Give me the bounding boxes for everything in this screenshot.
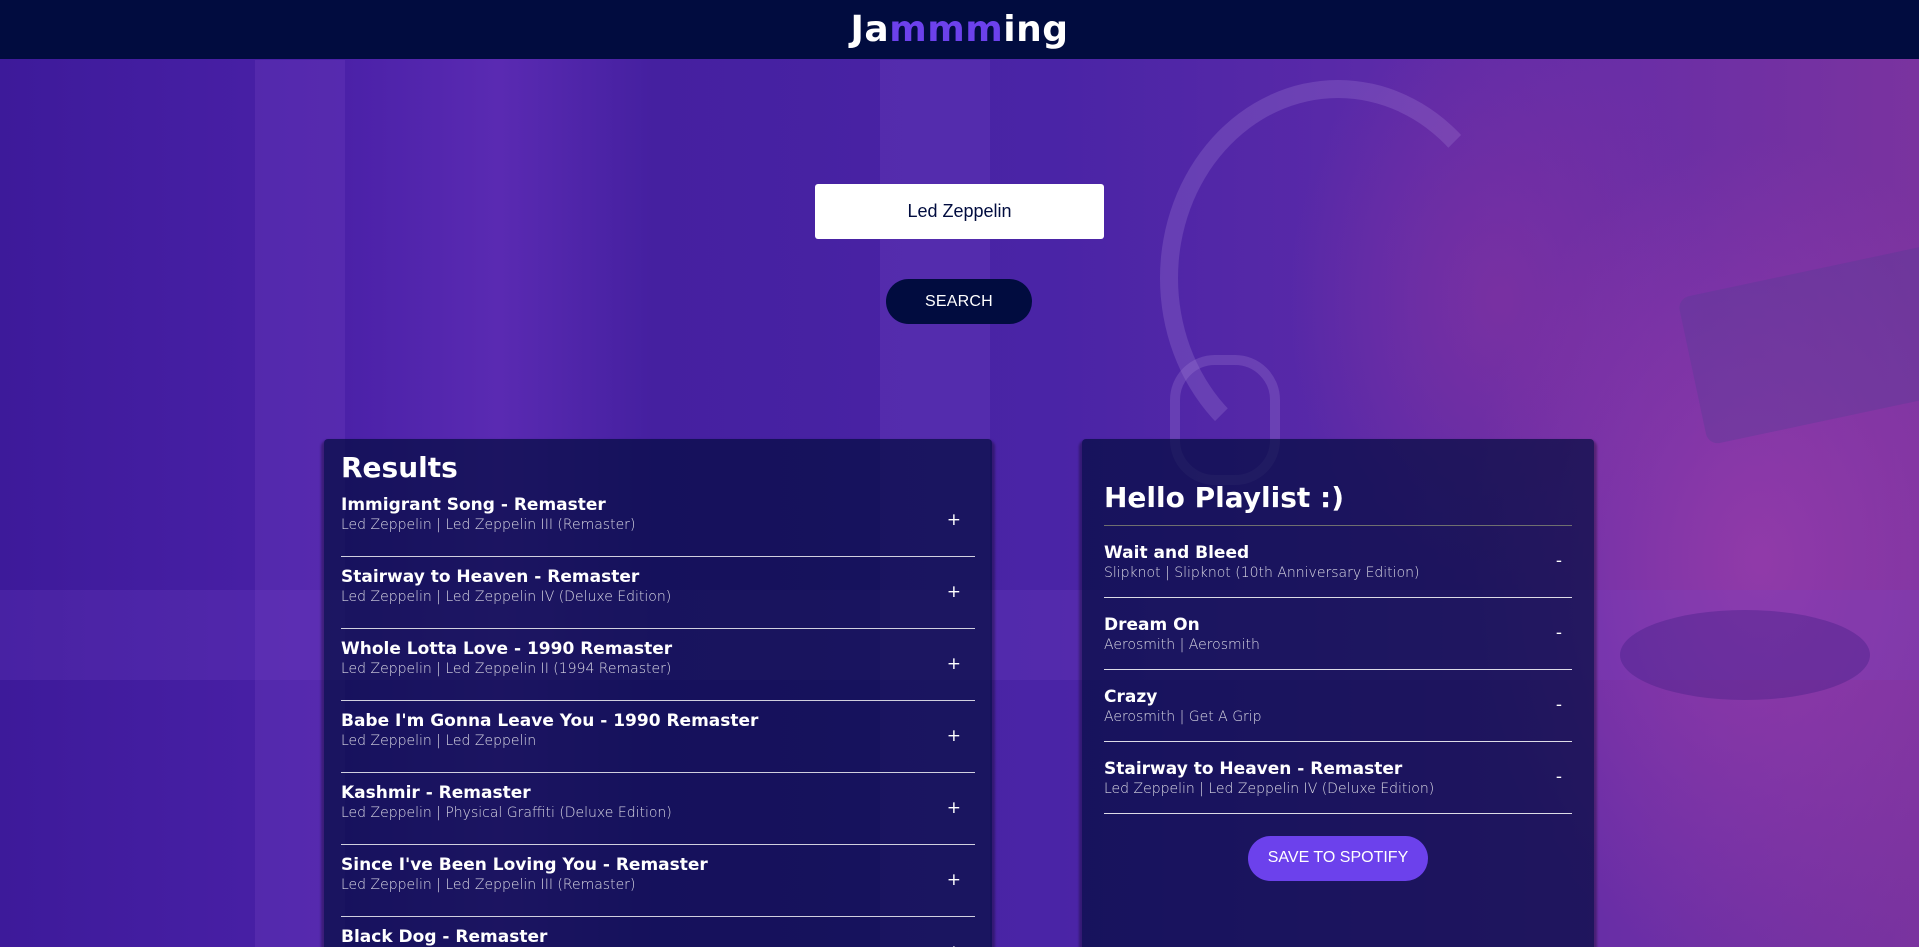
app-logo: Jammming: [851, 9, 1069, 50]
app-root: Jammming SEARCH Results Immigrant Song -…: [0, 0, 1919, 947]
result-track: Babe I'm Gonna Leave You - 1990 Remaster…: [341, 701, 975, 773]
track-info: Slipknot | Slipknot (10th Anniversary Ed…: [1104, 564, 1420, 581]
track-info: Led Zeppelin | Led Zeppelin II (1994 Rem…: [341, 660, 672, 677]
app-header: Jammming: [0, 0, 1919, 59]
track-name: Whole Lotta Love - 1990 Remaster: [341, 638, 673, 659]
playlist-track: Stairway to Heaven - Remaster Led Zeppel…: [1104, 742, 1572, 814]
track-info: Led Zeppelin | Led Zeppelin IV (Deluxe E…: [341, 588, 672, 605]
logo-accent: mmm: [889, 9, 1004, 50]
remove-track-button[interactable]: -: [1550, 619, 1568, 647]
search-input[interactable]: [815, 184, 1104, 239]
add-track-button[interactable]: +: [941, 866, 967, 894]
search-button[interactable]: SEARCH: [886, 279, 1032, 324]
track-name: Since I've Been Loving You - Remaster: [341, 854, 708, 875]
track-info: Led Zeppelin | Led Zeppelin III (Remaste…: [341, 516, 636, 533]
result-track: Since I've Been Loving You - Remaster Le…: [341, 845, 975, 917]
track-name: Crazy: [1104, 686, 1158, 707]
add-track-button[interactable]: +: [941, 722, 967, 750]
track-info: Led Zeppelin | Led Zeppelin IV (Deluxe E…: [1104, 780, 1435, 797]
track-name: Dream On: [1104, 614, 1200, 635]
logo-suffix: ing: [1003, 9, 1069, 50]
playlist-track: Crazy Aerosmith | Get A Grip -: [1104, 670, 1572, 742]
track-name: Black Dog - Remaster: [341, 926, 548, 947]
track-name: Stairway to Heaven - Remaster: [341, 566, 640, 587]
result-track: Whole Lotta Love - 1990 Remaster Led Zep…: [341, 629, 975, 701]
add-track-button[interactable]: +: [941, 506, 967, 534]
add-track-button[interactable]: +: [941, 794, 967, 822]
results-list: Immigrant Song - Remaster Led Zeppelin |…: [341, 485, 975, 947]
playlist-name-input[interactable]: Hello Playlist :): [1104, 481, 1572, 526]
track-name: Immigrant Song - Remaster: [341, 494, 606, 515]
playlist-track: Dream On Aerosmith | Aerosmith -: [1104, 598, 1572, 670]
eye-shape: [1620, 610, 1870, 700]
track-info: Aerosmith | Get A Grip: [1104, 708, 1262, 725]
results-panel: Results Immigrant Song - Remaster Led Ze…: [324, 439, 992, 947]
remove-track-button[interactable]: -: [1550, 547, 1568, 575]
results-title: Results: [341, 451, 458, 484]
result-track: Immigrant Song - Remaster Led Zeppelin |…: [341, 485, 975, 557]
track-name: Stairway to Heaven - Remaster: [1104, 758, 1403, 779]
track-info: Led Zeppelin | Led Zeppelin: [341, 732, 537, 749]
track-info: Led Zeppelin | Led Zeppelin III (Remaste…: [341, 876, 636, 893]
result-track: Stairway to Heaven - Remaster Led Zeppel…: [341, 557, 975, 629]
track-name: Wait and Bleed: [1104, 542, 1250, 563]
track-name: Babe I'm Gonna Leave You - 1990 Remaster: [341, 710, 759, 731]
add-track-button[interactable]: +: [941, 650, 967, 678]
add-track-button[interactable]: +: [941, 578, 967, 606]
track-info: Led Zeppelin | Physical Graffiti (Deluxe…: [341, 804, 672, 821]
playlist-track: Wait and Bleed Slipknot | Slipknot (10th…: [1104, 526, 1572, 598]
logo-prefix: Ja: [850, 9, 890, 50]
remove-track-button[interactable]: -: [1550, 763, 1568, 791]
remove-track-button[interactable]: -: [1550, 691, 1568, 719]
result-track: Black Dog - Remaster +: [341, 917, 975, 947]
cap-shape: [1677, 244, 1919, 446]
playlist-list: Wait and Bleed Slipknot | Slipknot (10th…: [1104, 526, 1572, 814]
playlist-panel: Hello Playlist :) Wait and Bleed Slipkno…: [1082, 439, 1594, 947]
add-track-button[interactable]: +: [941, 938, 967, 947]
track-info: Aerosmith | Aerosmith: [1104, 636, 1260, 653]
track-name: Kashmir - Remaster: [341, 782, 531, 803]
result-track: Kashmir - Remaster Led Zeppelin | Physic…: [341, 773, 975, 845]
save-to-spotify-button[interactable]: SAVE TO SPOTIFY: [1248, 835, 1428, 881]
